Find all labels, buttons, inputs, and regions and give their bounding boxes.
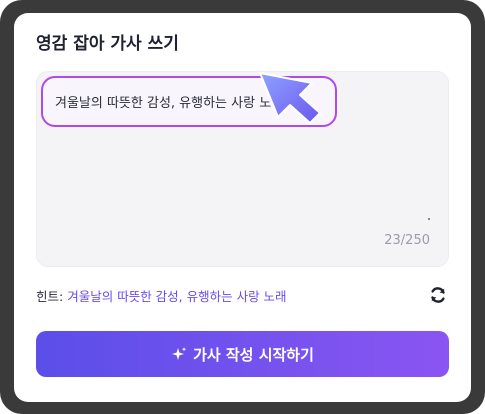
start-writing-button[interactable]: 가사 작성 시작하기 bbox=[36, 331, 449, 377]
lyric-textarea[interactable]: 겨울날의 따뜻한 감성, 유행하는 사랑 노래 23/250 bbox=[36, 71, 449, 267]
hint-row: 힌트: 겨울날의 따뜻한 감성, 유행하는 사랑 노래 bbox=[36, 284, 449, 306]
panel-title: 영감 잡아 가사 쓰기 bbox=[36, 34, 179, 54]
lyrics-panel: 영감 잡아 가사 쓰기 겨울날의 따뜻한 감성, 유행하는 사랑 노래 23/2… bbox=[14, 13, 471, 402]
hint-label: 힌트: bbox=[36, 288, 64, 304]
hint-suggestion-link[interactable]: 겨울날의 따뜻한 감성, 유행하는 사랑 노래 bbox=[67, 286, 286, 305]
refresh-icon[interactable] bbox=[427, 284, 449, 306]
pointer-arrow-icon bbox=[259, 72, 321, 124]
window-frame: 영감 잡아 가사 쓰기 겨울날의 따뜻한 감성, 유행하는 사랑 노래 23/2… bbox=[0, 0, 485, 414]
start-button-label: 가사 작성 시작하기 bbox=[193, 345, 314, 364]
text-caret bbox=[428, 218, 430, 220]
sparkle-icon bbox=[171, 346, 187, 362]
char-counter: 23/250 bbox=[384, 233, 430, 248]
